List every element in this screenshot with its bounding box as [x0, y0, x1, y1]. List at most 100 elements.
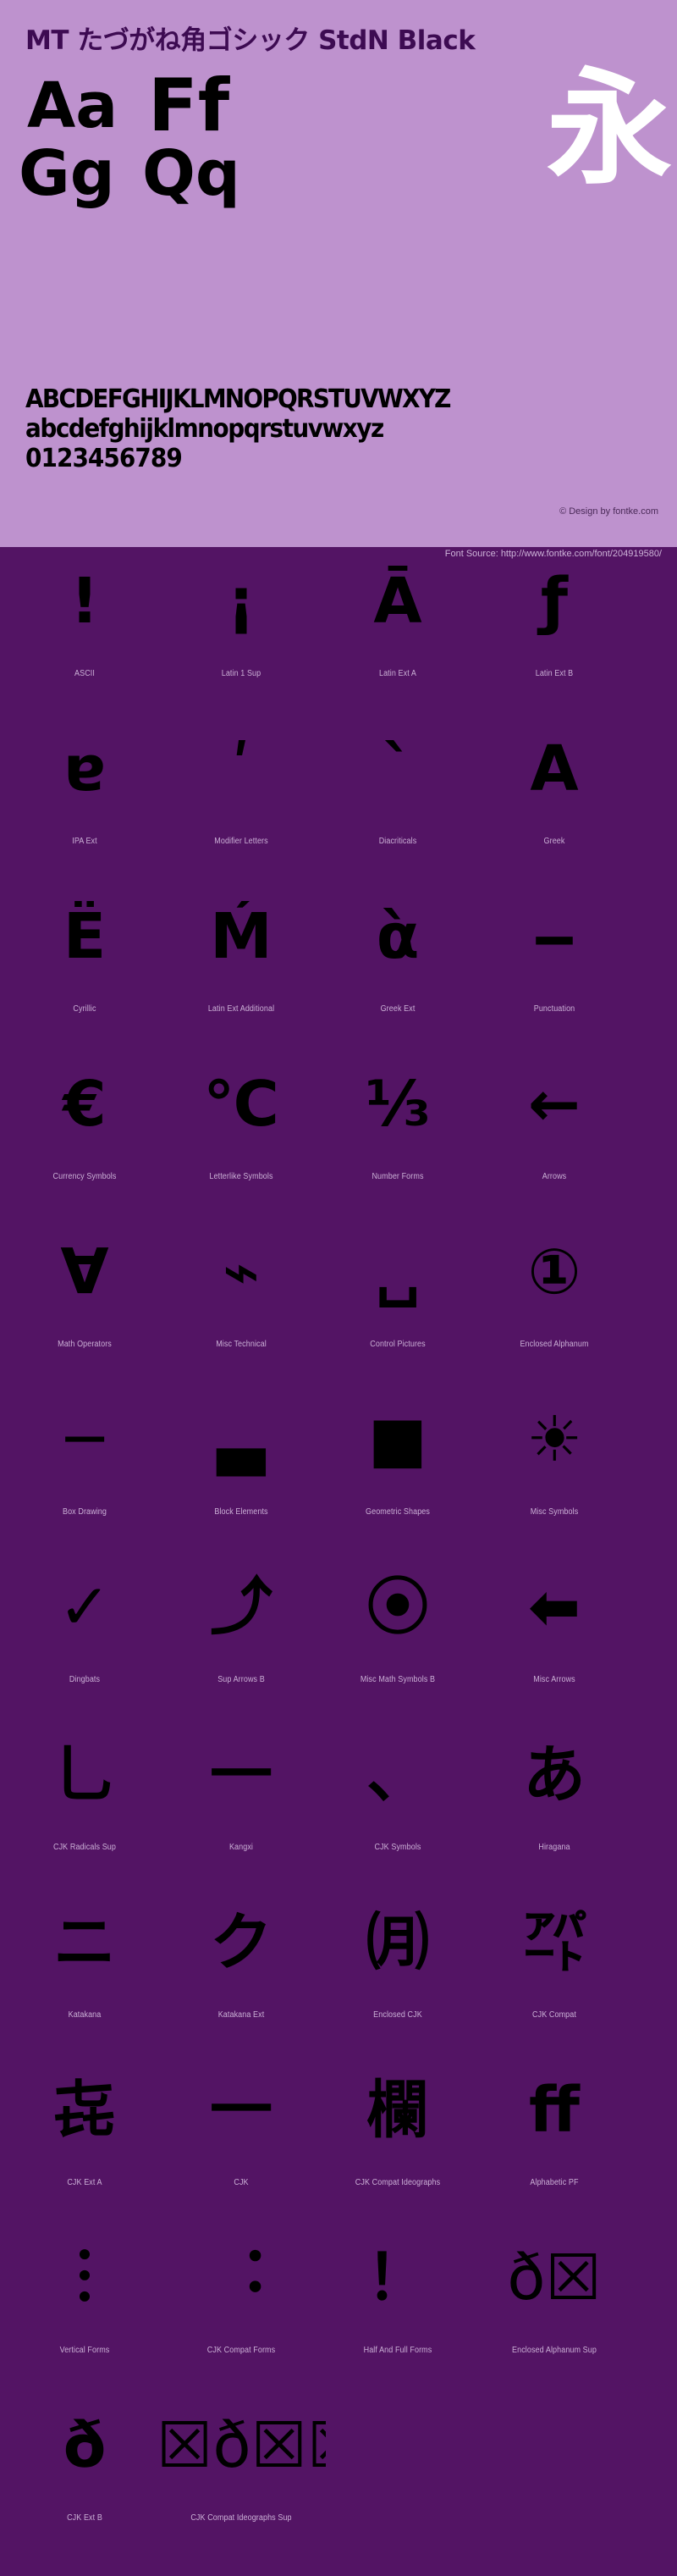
unicode-block-cell[interactable]: ⦿ Misc Math Symbols B	[313, 1570, 482, 1738]
unicode-block-label: Kangxi	[228, 1843, 254, 1852]
alphabet-digits: 0123456789	[25, 443, 183, 473]
alphabet-lowercase: abcdefghijklmnopqrstuvwxyz	[25, 413, 384, 444]
unicode-block-cell[interactable]: ﬀ Alphabetic PF	[470, 2073, 639, 2241]
unicode-block-cell[interactable]: Ā Latin Ext A	[313, 564, 482, 732]
unicode-block-cell[interactable]: Ё Cyrillic	[0, 899, 169, 1067]
unicode-block-label: Katakana Ext	[217, 2010, 265, 2020]
unicode-block-cell[interactable]: ⌁ Misc Technical	[157, 1235, 326, 1402]
unicode-block-label: Latin Ext Additional	[207, 1004, 275, 1014]
unicode-block-cell[interactable]: ˋ Diacriticals	[313, 732, 482, 899]
unicode-block-label: Diacriticals	[378, 837, 417, 846]
unicode-block-label: Number Forms	[372, 1172, 424, 1181]
font-source-bar: Font Source: http://www.fontke.com/font/…	[0, 547, 677, 564]
unicode-block-glyph: ︓	[210, 2242, 272, 2314]
unicode-block-glyph: ¡	[227, 566, 256, 638]
unicode-block-label: Vertical Forms	[59, 2346, 110, 2355]
alphabet-uppercase: ABCDEFGHIJKLMNOPQRSTUVWXYZ	[25, 384, 451, 414]
unicode-block-cell[interactable]: 、 CJK Symbols	[313, 1738, 482, 1905]
unicode-block-cell[interactable]: ƒ Latin Ext B	[470, 564, 639, 732]
unicode-block-glyph: 一	[210, 2075, 272, 2147]
block-row: ∀ Math Operators ⌁ Misc Technical ␣ Control P…	[0, 1235, 677, 1402]
unicode-block-cell[interactable]: ὰ Greek Ext	[313, 899, 482, 1067]
unicode-block-cell[interactable]: ¡ Latin 1 Sup	[157, 564, 326, 732]
unicode-block-label: Sup Arrows B	[217, 1675, 265, 1684]
unicode-block-label: CJK Symbols	[374, 1843, 421, 1852]
unicode-block-cell[interactable]: ⼀ Kangxi	[157, 1738, 326, 1905]
unicode-block-glyph: ①	[527, 1236, 581, 1308]
unicode-block-cell[interactable]: ㈪ Enclosed CJK	[313, 1905, 482, 2073]
unicode-block-glyph: ☒ð☒☒	[157, 2410, 326, 2482]
unicode-block-cell[interactable]: ！ Half And Full Forms	[313, 2241, 482, 2408]
block-row: Ё Cyrillic Ḿ Latin Ext Additional ὰ Greek Ext…	[0, 899, 677, 1067]
unicode-block-label: Modifier Letters	[214, 837, 268, 846]
unicode-block-glyph: 欄	[366, 2075, 429, 2147]
unicode-block-glyph: ˋ	[382, 733, 414, 805]
unicode-block-cell[interactable]: ð☒ Enclosed Alphanum Sup	[470, 2241, 639, 2408]
block-row: ⺃ CJK Radicals Sup ⼀ Kangxi 、 CJK Symbols あ Hir…	[0, 1738, 677, 1905]
unicode-block-glyph: 㐂	[53, 2075, 116, 2147]
unicode-block-glyph: あ	[523, 1739, 586, 1811]
unicode-block-glyph: ！	[366, 2242, 429, 2314]
unicode-block-label: Alphabetic PF	[530, 2178, 579, 2187]
unicode-block-cell[interactable]: ⺃ CJK Radicals Sup	[0, 1738, 169, 1905]
unicode-block-label: Block Elements	[214, 1507, 268, 1517]
unicode-block-cell[interactable]: ︙ Vertical Forms	[0, 2241, 169, 2408]
unicode-block-cell[interactable]: ㌀ CJK Compat	[470, 1905, 639, 2073]
unicode-block-cell[interactable]: ← Arrows	[470, 1067, 639, 1235]
unicode-block-cell[interactable]: ∀ Math Operators	[0, 1235, 169, 1402]
unicode-block-cell[interactable]: あ Hiragana	[470, 1738, 639, 1905]
unicode-block-cell[interactable]: 一 CJK	[157, 2073, 326, 2241]
unicode-block-cell[interactable]: € Currency Symbols	[0, 1067, 169, 1235]
unicode-block-cell[interactable]: ʹ Modifier Letters	[157, 732, 326, 899]
unicode-block-cell[interactable]: ␣ Control Pictures	[313, 1235, 482, 1402]
unicode-block-label: Katakana	[68, 2010, 102, 2020]
unicode-block-cell[interactable]: 欄 CJK Compat Ideographs	[313, 2073, 482, 2241]
unicode-block-cell[interactable]: 㐂 CJK Ext A	[0, 2073, 169, 2241]
unicode-block-cell[interactable]: ⬅ Misc Arrows	[470, 1570, 639, 1738]
unicode-block-cell[interactable]: Α Greek	[470, 732, 639, 899]
block-row: ︙ Vertical Forms ︓ CJK Compat Forms ！ Half An…	[0, 2241, 677, 2408]
unicode-block-cell[interactable]: Ḿ Latin Ext Additional	[157, 899, 326, 1067]
font-source-link[interactable]: Font Source: http://www.fontke.com/font/…	[445, 549, 662, 559]
unicode-block-cell[interactable]: ð CJK Ext B	[0, 2408, 169, 2576]
unicode-block-label: Misc Symbols	[530, 1507, 579, 1517]
unicode-block-glyph: ✓	[58, 1572, 111, 1644]
unicode-block-glyph: ﬀ	[529, 2075, 580, 2147]
unicode-block-label: Dingbats	[69, 1675, 101, 1684]
unicode-block-cell[interactable]: ℃ Letterlike Symbols	[157, 1067, 326, 1235]
unicode-block-cell[interactable]: ─ Box Drawing	[0, 1402, 169, 1570]
block-row: 㐂 CJK Ext A 一 CJK 欄 CJK Compat Ideographs ﬀ Alp…	[0, 2073, 677, 2241]
unicode-block-label: CJK Compat Ideographs Sup	[190, 2513, 292, 2523]
unicode-block-label: Latin Ext B	[535, 669, 574, 678]
unicode-block-cell[interactable]: ▃ Block Elements	[157, 1402, 326, 1570]
unicode-block-cell[interactable]: ✓ Dingbats	[0, 1570, 169, 1738]
unicode-block-label: Enclosed CJK	[373, 2010, 422, 2020]
unicode-block-cell[interactable]: ⅓ Number Forms	[313, 1067, 482, 1235]
unicode-block-table: ! ASCII ¡ Latin 1 Sup Ā Latin Ext A ƒ Latin Ext…	[0, 564, 677, 2576]
unicode-block-glyph: ð	[63, 2410, 107, 2482]
unicode-block-cell[interactable]: ク Katakana Ext	[157, 1905, 326, 2073]
unicode-block-label: Punctuation	[533, 1004, 575, 1014]
unicode-block-cell[interactable]: ① Enclosed Alphanum	[470, 1235, 639, 1402]
unicode-block-label: Misc Math Symbols B	[360, 1675, 436, 1684]
unicode-block-cell[interactable]: ☀ Misc Symbols	[470, 1402, 639, 1570]
unicode-block-cell[interactable]: ☒ð☒☒ CJK Compat Ideographs Sup	[157, 2408, 326, 2576]
unicode-block-label: Enclosed Alphanum	[520, 1340, 589, 1349]
unicode-block-glyph: €	[63, 1069, 107, 1141]
unicode-block-cell[interactable]: ‒ Punctuation	[470, 899, 639, 1067]
unicode-block-cell[interactable]: ! ASCII	[0, 564, 169, 732]
unicode-block-label: Enclosed Alphanum Sup	[512, 2346, 597, 2355]
unicode-block-label: Currency Symbols	[52, 1172, 117, 1181]
unicode-block-glyph: ←	[527, 1069, 581, 1141]
unicode-block-glyph: ㈪	[366, 1907, 429, 1979]
unicode-block-cell[interactable]: ɐ IPA Ext	[0, 732, 169, 899]
unicode-block-cell[interactable]: ■ Geometric Shapes	[313, 1402, 482, 1570]
unicode-block-cell[interactable]: ⤴ Sup Arrows B	[157, 1570, 326, 1738]
block-row: ─ Box Drawing ▃ Block Elements ■ Geometric Sh…	[0, 1402, 677, 1570]
unicode-block-glyph: ▃	[217, 1404, 266, 1476]
unicode-block-cell[interactable]: ︓ CJK Compat Forms	[157, 2241, 326, 2408]
unicode-block-cell[interactable]: ニ Katakana	[0, 1905, 169, 2073]
unicode-block-glyph: !	[70, 566, 99, 638]
unicode-block-glyph: ☀	[526, 1404, 583, 1476]
unicode-block-glyph: ð☒	[507, 2242, 602, 2314]
